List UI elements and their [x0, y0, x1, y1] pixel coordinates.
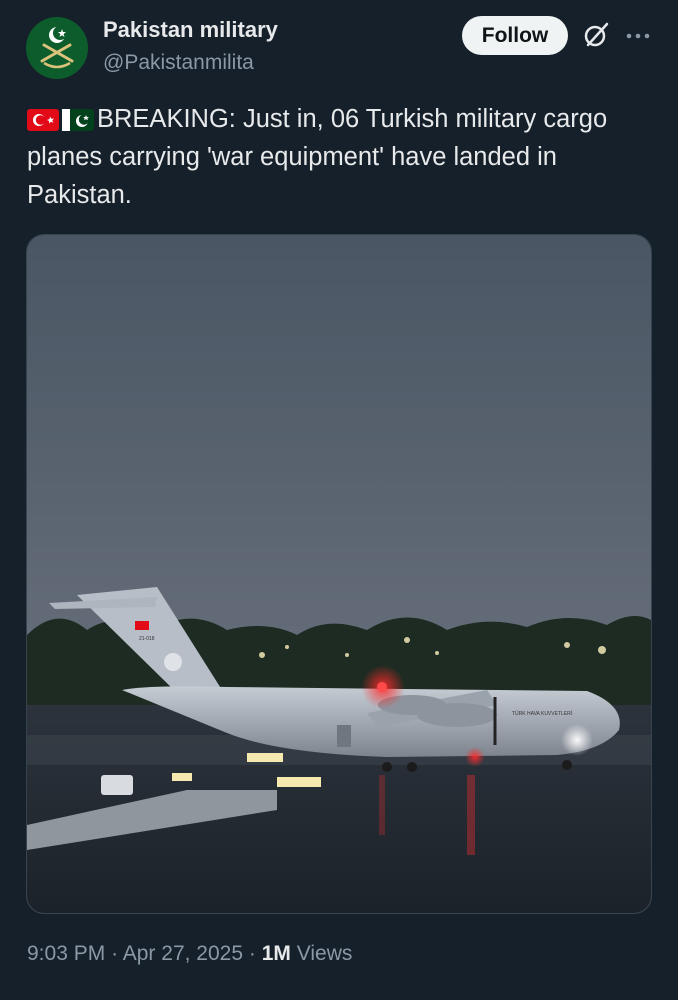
turkey-flag-icon — [27, 109, 59, 131]
meta-separator: · — [111, 942, 119, 965]
pakistan-flag-icon — [62, 109, 94, 131]
follow-button[interactable]: Follow — [462, 16, 568, 55]
author-avatar[interactable] — [26, 17, 88, 79]
author-display-name[interactable]: Pakistan military — [103, 17, 278, 43]
tail-number: 21-018 — [139, 636, 155, 642]
more-options-icon[interactable] — [624, 22, 652, 50]
tweet-time[interactable]: 9:03 PM — [27, 942, 105, 965]
tweet-image[interactable]: TÜRK HAVA KUVVETLERİ 21-018 — [26, 234, 652, 914]
cargo-plane-photo: TÜRK HAVA KUVVETLERİ 21-018 — [27, 235, 651, 913]
tweet-text-block: BREAKING: Just in, 06 Turkish military c… — [27, 100, 652, 214]
views-label: Views — [296, 942, 353, 965]
tweet-text: BREAKING: Just in, 06 Turkish military c… — [27, 105, 608, 209]
pakistan-army-emblem-icon — [26, 17, 88, 79]
tweet-date[interactable]: Apr 27, 2025 — [123, 942, 243, 965]
tweet-metadata: 9:03 PM · Apr 27, 2025 · 1M Views — [27, 942, 352, 966]
meta-separator-2: · — [248, 942, 256, 965]
author-handle[interactable]: @Pakistanmilita — [103, 51, 254, 75]
grok-icon[interactable] — [582, 21, 610, 49]
views-count: 1M — [261, 942, 291, 965]
fuselage-text: TÜRK HAVA KUVVETLERİ — [512, 710, 572, 717]
